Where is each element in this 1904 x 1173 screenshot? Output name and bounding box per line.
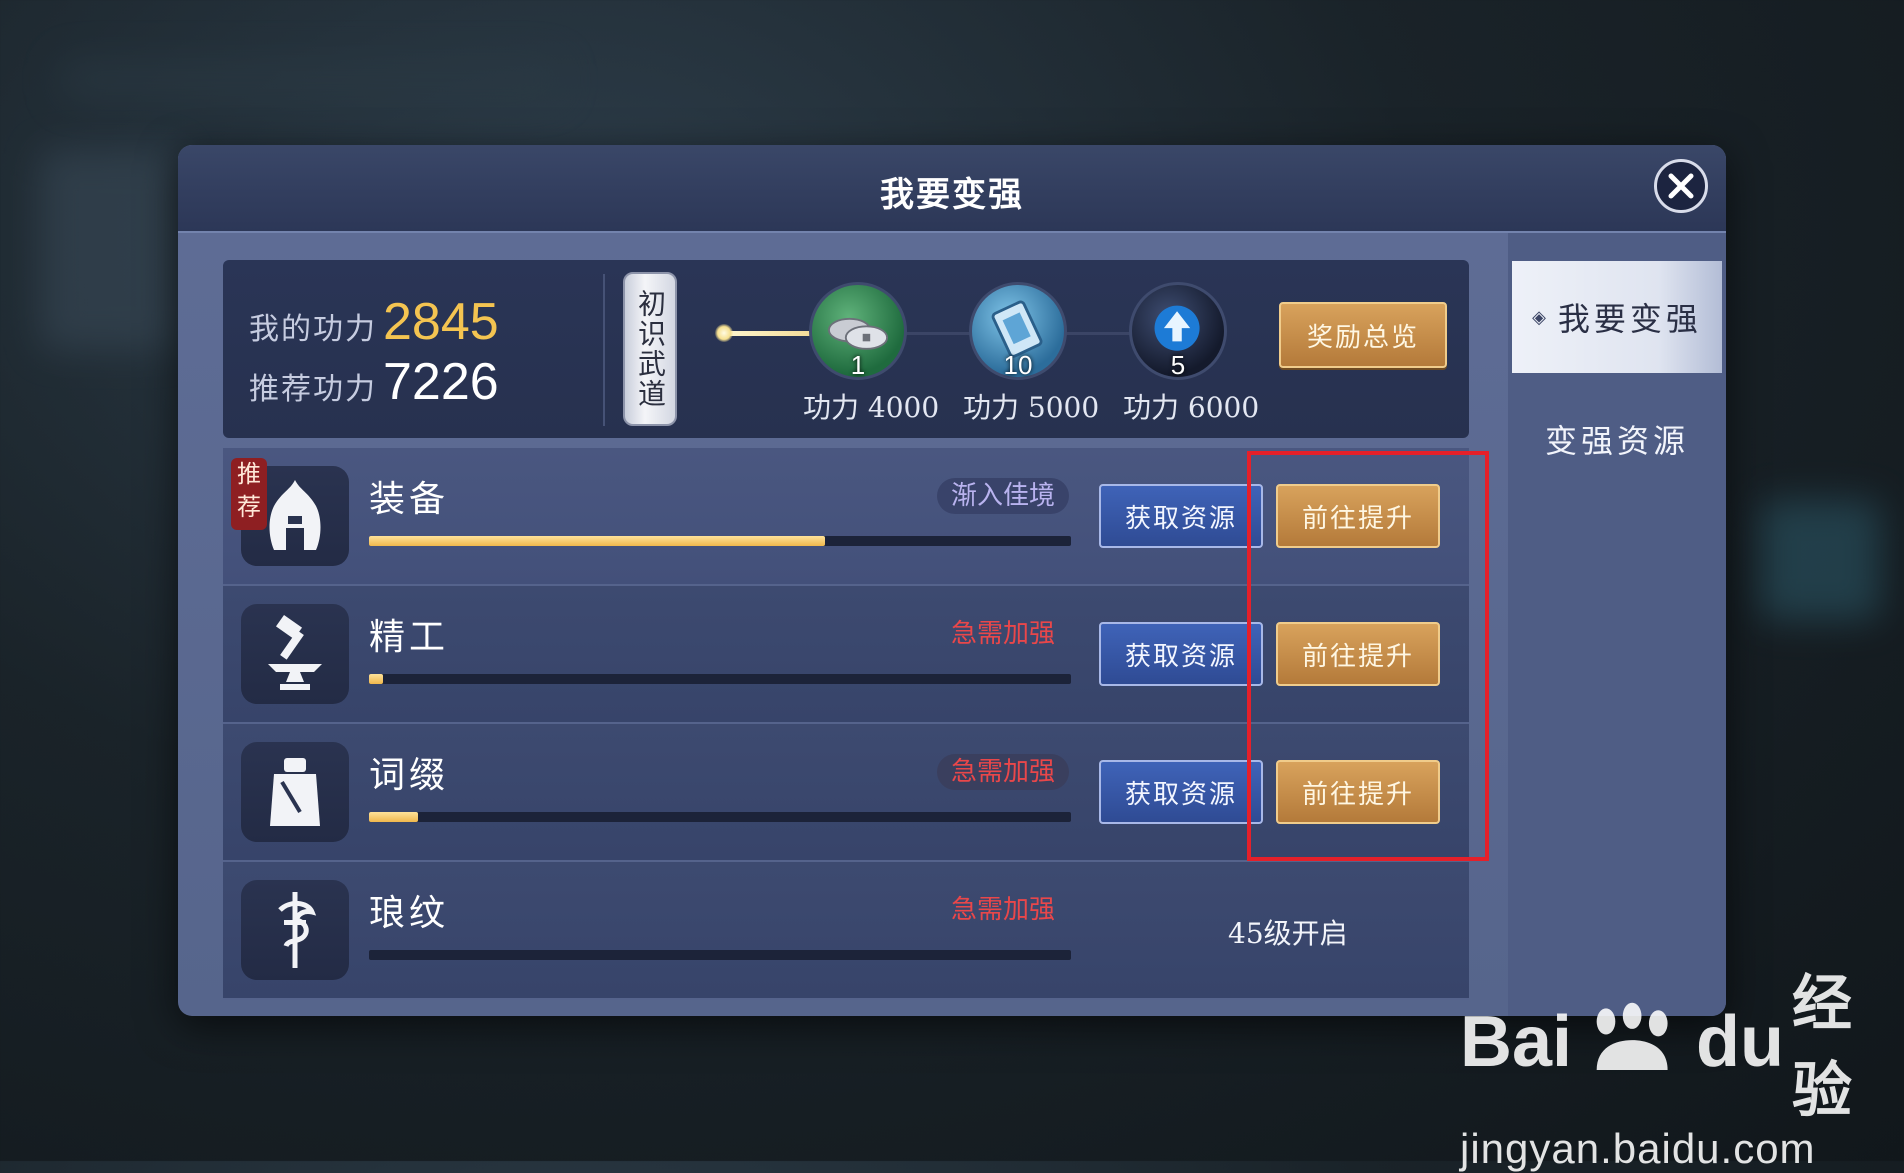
watermark-text: 经验 <box>1792 969 1852 1126</box>
upgrade-orb-icon: 5 <box>1129 282 1227 380</box>
strengthen-dialog: 我要变强 ◈ 我要变强 变强资源 我的功力 2845 推荐功力 7226 初识武… <box>178 145 1726 1016</box>
progress-bar <box>369 674 1071 684</box>
milestone-label: 功力 5000 <box>963 391 1100 424</box>
progress-bar <box>369 950 1071 960</box>
recommended-badge: 推荐 <box>231 458 267 530</box>
milestone-qty: 5 <box>1170 350 1186 380</box>
reward-overview-button[interactable]: 奖励总览 <box>1279 302 1447 368</box>
milestone-qty: 10 <box>1003 350 1033 380</box>
status-badge: 急需加强 <box>950 619 1055 649</box>
dragon-sword-icon <box>241 880 349 980</box>
progress-fill <box>369 536 826 546</box>
category-name: 装备 <box>369 479 450 520</box>
unlock-level-text: 45级开启 <box>1228 917 1348 950</box>
watermark-url: jingyan.baidu.com <box>1460 1125 1816 1172</box>
stage-label: 初识武道 <box>634 289 667 409</box>
watermark-brand: Bai du 经验 <box>1460 955 1904 1129</box>
tab-strengthen[interactable]: ◈ 我要变强 <box>1512 261 1722 373</box>
close-button[interactable] <box>1654 159 1708 213</box>
status-badge: 急需加强 <box>936 754 1069 790</box>
recommended-power-label: 推荐功力 <box>249 372 377 407</box>
category-name: 词缀 <box>369 755 450 796</box>
paw-icon <box>1596 1002 1668 1070</box>
recommended-power: 推荐功力 7226 <box>249 352 499 412</box>
milestone-label: 功力 6000 <box>1123 391 1260 424</box>
progress-dot <box>715 324 733 342</box>
coins-icon: 1 <box>809 282 907 380</box>
dialog-title: 我要变强 <box>880 175 1024 215</box>
dragon-graphic <box>278 892 317 968</box>
category-name: 琅纹 <box>369 893 450 934</box>
helmet-graphic <box>269 480 321 550</box>
annotation-highlight-box <box>1247 451 1489 861</box>
tab-label: 变强资源 <box>1544 422 1689 460</box>
progress-bar <box>369 536 1071 546</box>
watermark-text: du <box>1696 1002 1784 1082</box>
stage-scroll: 初识武道 <box>623 272 677 426</box>
milestone-reward[interactable]: 1 功力 4000 <box>803 282 940 426</box>
dialog-titlebar: 我要变强 <box>178 145 1726 233</box>
milestone-reward[interactable]: 10 功力 5000 <box>963 282 1100 426</box>
scroll-ticket-icon: 10 <box>969 282 1067 380</box>
tab-label: 我要变强 <box>1557 300 1702 338</box>
milestone-reward[interactable]: 5 功力 6000 <box>1123 282 1260 426</box>
my-power-label: 我的功力 <box>249 312 377 347</box>
watermark-text: Bai <box>1460 1002 1573 1082</box>
tab-resources[interactable]: 变强资源 <box>1512 383 1722 495</box>
armor-graphic <box>270 758 320 826</box>
category-row-pattern: 琅纹 急需加强 45级开启 <box>223 862 1469 1000</box>
get-resources-button[interactable]: 获取资源 <box>1099 760 1263 824</box>
recommended-power-value: 7226 <box>383 353 499 411</box>
diamond-icon: ◈ <box>1532 306 1550 328</box>
summary-divider <box>603 274 605 426</box>
background-ui-blur <box>40 150 180 350</box>
my-power-value: 2845 <box>383 293 499 351</box>
status-badge: 急需加强 <box>950 895 1055 925</box>
armor-icon <box>241 742 349 842</box>
power-summary-panel: 我的功力 2845 推荐功力 7226 初识武道 1 功力 4000 10 功力… <box>223 260 1469 438</box>
background-ui-blur <box>1760 500 1880 620</box>
side-tab-panel: ◈ 我要变强 变强资源 <box>1508 233 1726 1016</box>
anvil-hammer-icon <box>241 604 349 704</box>
baidu-watermark: Bai du 经验 jingyan.baidu.com <box>1460 955 1904 1173</box>
milestone-label: 功力 4000 <box>803 391 940 424</box>
close-icon <box>1668 173 1694 199</box>
get-resources-button[interactable]: 获取资源 <box>1099 622 1263 686</box>
status-badge: 渐入佳境 <box>936 478 1069 514</box>
progress-bar <box>369 812 1071 822</box>
get-resources-button[interactable]: 获取资源 <box>1099 484 1263 548</box>
progress-fill <box>369 812 419 822</box>
my-power: 我的功力 2845 <box>249 292 499 352</box>
progress-fill <box>369 674 384 684</box>
category-name: 精工 <box>369 617 450 658</box>
background-ui-blur <box>60 60 560 100</box>
anvil-graphic <box>268 614 322 690</box>
milestone-qty: 1 <box>850 350 866 380</box>
